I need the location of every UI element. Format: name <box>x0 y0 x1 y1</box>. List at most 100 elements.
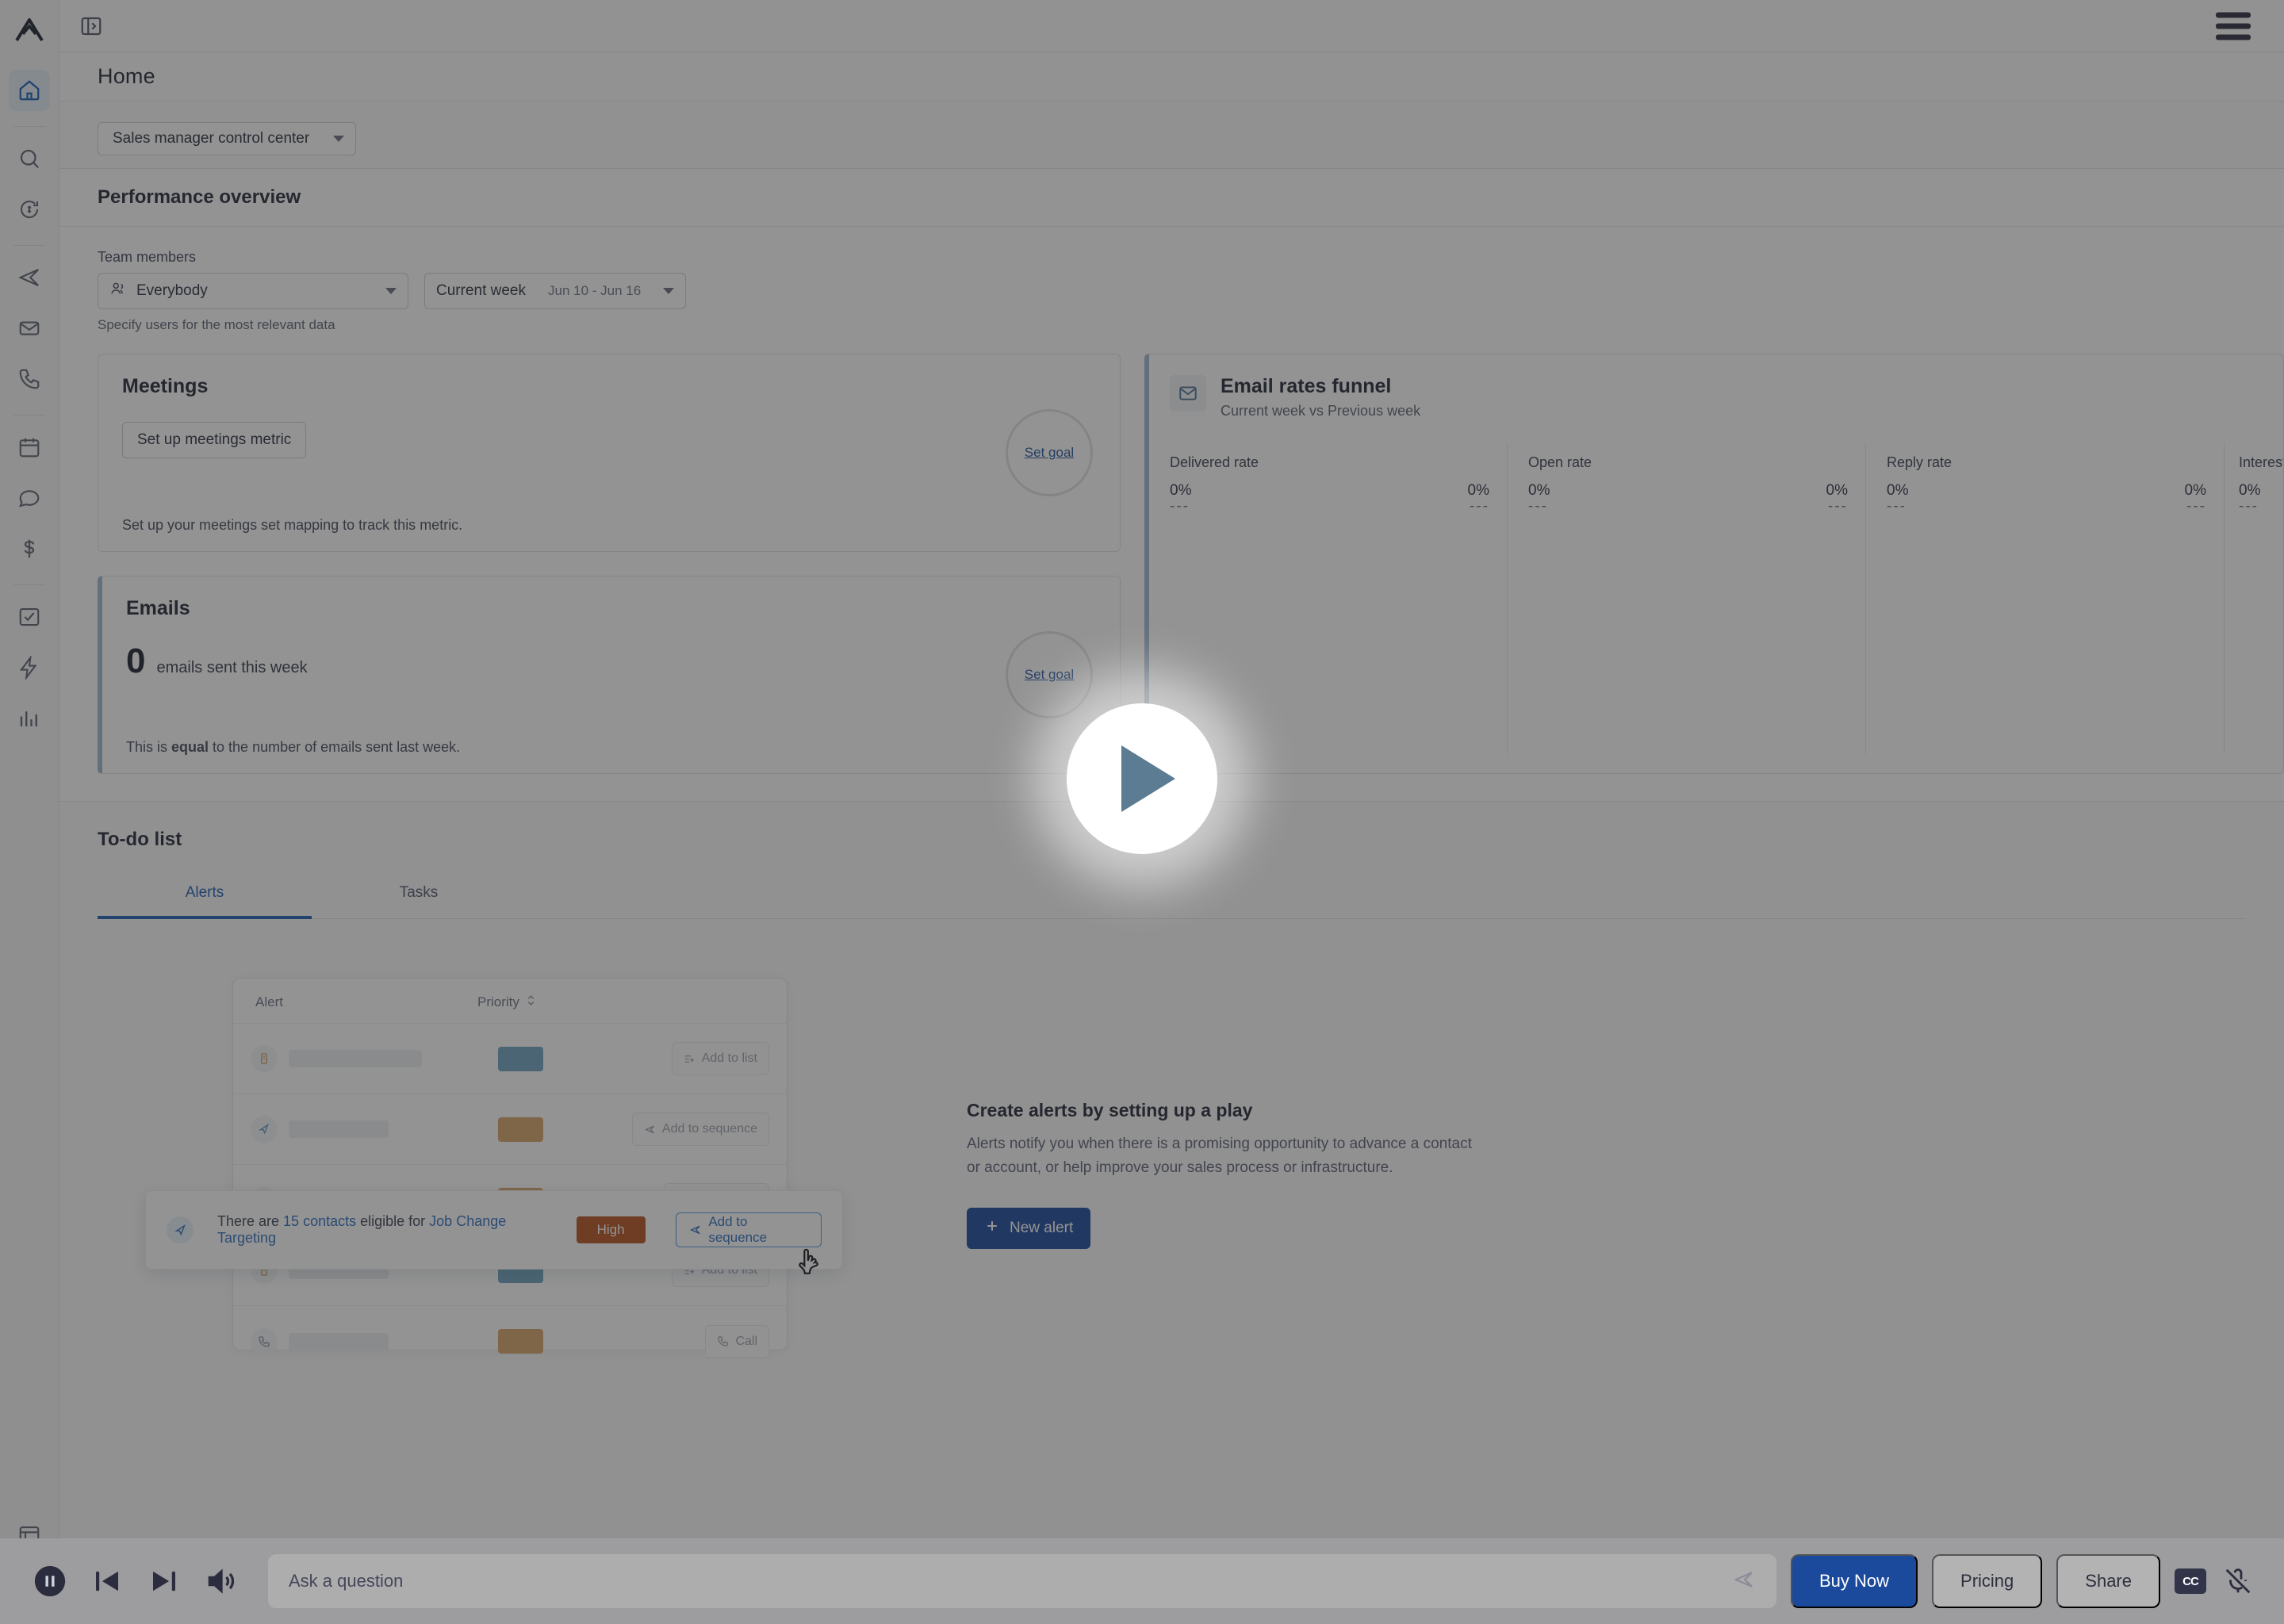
sidebar-item-plays[interactable] <box>9 647 50 688</box>
team-members-hint: Specify users for the most relevant data <box>98 317 335 332</box>
volume-icon[interactable] <box>200 1560 243 1603</box>
new-alert-button[interactable]: New alert <box>967 1207 1091 1249</box>
row-action-label: Add to sequence <box>661 1122 757 1136</box>
emails-footer-post: to the number of emails sent last week. <box>209 739 461 755</box>
plus-icon <box>984 1218 1000 1239</box>
funnel-col-current: 0% <box>1528 482 1550 499</box>
emails-set-goal-link[interactable]: Set goal <box>1025 667 1074 683</box>
pause-icon[interactable] <box>29 1560 71 1603</box>
envelope-icon <box>1170 375 1206 412</box>
email-rates-funnel-card: Email rates funnel Current week vs Previ… <box>1144 354 2284 774</box>
illustration-table: Alert Priority Add to list Add to sequen… <box>232 978 788 1358</box>
funnel-col-current: 0% <box>1887 482 1909 499</box>
funnel-subtitle: Current week vs Previous week <box>1221 403 1421 419</box>
performance-overview-title: Performance overview <box>98 186 301 208</box>
tab-alerts[interactable]: Alerts <box>98 871 312 919</box>
emails-count: 0 <box>126 642 146 680</box>
alerts-empty-state: Alert Priority Add to list Add to sequen… <box>98 919 2246 1396</box>
toast-link-contacts[interactable]: 15 contacts <box>283 1213 356 1229</box>
sidebar-item-conversations[interactable] <box>9 477 50 519</box>
empty-state-body: Alerts notify you when there is a promis… <box>967 1136 1472 1176</box>
illustration-col-alert: Alert <box>255 994 283 1009</box>
share-button[interactable]: Share <box>2056 1554 2160 1608</box>
illustration-col-priority-label: Priority <box>477 994 519 1009</box>
page-header: Home <box>59 52 2284 102</box>
view-picker-label: Sales manager control center <box>113 130 310 147</box>
week-range-select[interactable]: Current week Jun 10 - Jun 16 <box>424 273 686 309</box>
funnel-col-label: Delivered rate <box>1170 454 1259 470</box>
closed-caption-icon[interactable]: CC <box>2175 1568 2206 1594</box>
ask-question-input[interactable]: Ask a question <box>268 1554 1776 1608</box>
sidebar-item-home[interactable] <box>9 70 50 111</box>
priority-pill <box>498 1046 543 1071</box>
page-content: Sales manager control center Performance… <box>59 102 2284 1624</box>
funnel-col-prev-delta: --- <box>1470 498 1489 515</box>
performance-overview-header: Performance overview <box>59 169 2284 227</box>
sidebar-item-sequences[interactable] <box>9 257 50 298</box>
sidebar-item-calls[interactable] <box>9 358 50 400</box>
view-picker-dropdown[interactable]: Sales manager control center <box>98 122 357 155</box>
priority-pill <box>498 1116 543 1142</box>
sidebar-item-refresh-data[interactable] <box>9 189 50 230</box>
meetings-card: Meetings Set up meetings metric Set up y… <box>98 354 1121 552</box>
funnel-col-delta: --- <box>1528 498 1548 515</box>
sidebar-item-tasks[interactable] <box>9 596 50 638</box>
todo-tabs: Alerts Tasks <box>98 871 2246 919</box>
alerts-empty-copy: Create alerts by setting up a play Alert… <box>967 1100 1474 1249</box>
row-action-button[interactable]: Call <box>705 1324 769 1358</box>
funnel-title: Email rates funnel <box>1221 375 1392 397</box>
team-members-select[interactable]: Everybody <box>98 273 408 309</box>
skip-back-icon[interactable] <box>86 1560 128 1603</box>
video-control-bar: Ask a question Buy Now Pricing Share CC <box>0 1538 2284 1624</box>
funnel-col-previous: 0% <box>1826 482 1848 499</box>
tab-tasks[interactable]: Tasks <box>312 871 526 918</box>
hamburger-menu-icon[interactable] <box>2216 12 2251 40</box>
meetings-footer: Set up your meetings set mapping to trac… <box>122 517 463 533</box>
sidebar-item-deals[interactable] <box>9 528 50 569</box>
pricing-button[interactable]: Pricing <box>1932 1554 2043 1608</box>
funnel-col-label: Interested rate <box>2239 454 2283 470</box>
sort-updown-icon <box>526 994 536 1010</box>
funnel-columns: Delivered rate 0% --- 0% --- Open rate 0… <box>1149 437 2283 754</box>
setup-meetings-metric-button[interactable]: Set up meetings metric <box>122 422 307 458</box>
metric-cards-column: Meetings Set up meetings metric Set up y… <box>98 354 1121 774</box>
cc-label: CC <box>2182 1574 2199 1588</box>
apollo-logo-icon[interactable] <box>7 8 52 52</box>
play-overlay-button[interactable] <box>1067 703 1217 854</box>
sidebar-item-emails[interactable] <box>9 308 50 349</box>
meetings-set-goal-link[interactable]: Set goal <box>1025 445 1074 461</box>
toast-text: There are 15 contacts eligible for Job C… <box>217 1213 564 1247</box>
emails-footer: This is equal to the number of emails se… <box>126 739 460 756</box>
row-action-label: Add to list <box>701 1051 757 1065</box>
funnel-column-delivered: Delivered rate 0% --- 0% --- <box>1149 443 1508 754</box>
team-members-value: Everybody <box>136 282 208 299</box>
new-alert-label: New alert <box>1010 1219 1074 1236</box>
chevron-down-icon <box>333 136 345 142</box>
rocket-icon <box>251 1116 278 1143</box>
meetings-goal-ring: Set goal <box>1006 409 1093 496</box>
sidebar-item-search[interactable] <box>9 138 50 179</box>
send-icon[interactable] <box>1732 1568 1756 1595</box>
emails-count-unit: emails sent this week <box>156 659 308 676</box>
buy-now-button[interactable]: Buy Now <box>1790 1554 1918 1608</box>
funnel-header: Email rates funnel Current week vs Previ… <box>1149 354 2283 437</box>
sidebar-item-meetings[interactable] <box>9 427 50 468</box>
emails-goal-ring: Set goal <box>1006 631 1093 718</box>
phone-icon <box>251 1327 278 1355</box>
funnel-column-interested: Interested rate 0% --- <box>2225 443 2283 754</box>
mic-muted-icon[interactable] <box>2221 1560 2255 1603</box>
row-action-button[interactable]: Add to list <box>671 1042 769 1075</box>
row-action-button[interactable]: Add to sequence <box>631 1113 769 1146</box>
add-to-sequence-button[interactable]: Add to sequence <box>675 1212 822 1247</box>
view-picker-row: Sales manager control center <box>59 122 2284 168</box>
funnel-column-reply: Reply rate 0% --- 0% --- <box>1866 443 2225 754</box>
toast-text-2: eligible for <box>356 1213 430 1229</box>
illustration-col-priority: Priority <box>477 994 536 1010</box>
skip-forward-icon[interactable] <box>143 1560 186 1603</box>
performance-filters: Team members Everybody Current week Jun … <box>59 227 2284 333</box>
sidebar-item-analytics[interactable] <box>9 698 50 739</box>
priority-pill <box>498 1329 543 1354</box>
performance-overview-panel: Performance overview Team members Everyb… <box>59 168 2284 802</box>
ask-question-placeholder: Ask a question <box>289 1571 404 1591</box>
sidebar-toggle-icon[interactable] <box>79 13 104 39</box>
